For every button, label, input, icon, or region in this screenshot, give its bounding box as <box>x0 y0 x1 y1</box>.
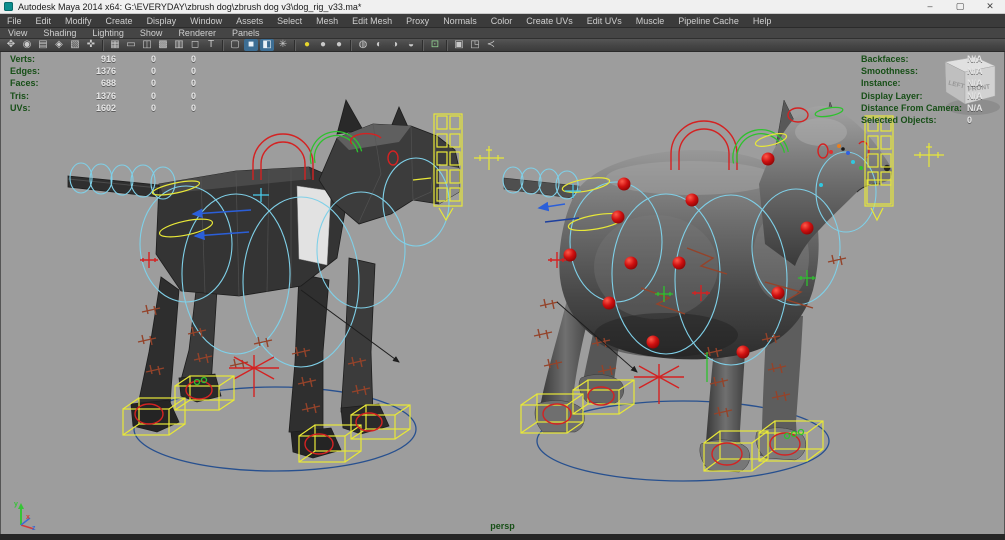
select-camera-icon[interactable]: ✥ <box>4 39 18 51</box>
panel-menu-lighting[interactable]: Lighting <box>84 28 132 38</box>
menu-modify[interactable]: Modify <box>58 16 99 26</box>
menu-create[interactable]: Create <box>99 16 140 26</box>
menu-color[interactable]: Color <box>484 16 520 26</box>
textured-icon[interactable]: ◧ <box>260 39 274 51</box>
menu-select[interactable]: Select <box>270 16 309 26</box>
menu-window[interactable]: Window <box>183 16 229 26</box>
camera-name-label: persp <box>490 521 515 531</box>
film-gate-icon[interactable]: ▭ <box>124 39 138 51</box>
flat-lighting-icon[interactable]: ● <box>332 39 346 51</box>
all-lights-icon[interactable]: ● <box>316 39 330 51</box>
xray-icon[interactable]: ▣ <box>452 39 466 51</box>
menu-normals[interactable]: Normals <box>436 16 484 26</box>
scene-canvas[interactable]: LEFT FRONT y x z <box>1 52 1005 534</box>
menu-edit[interactable]: Edit <box>29 16 59 26</box>
hud-row-faces: Faces: 688 0 0 <box>10 78 196 89</box>
hud-row-tris: Tris: 1376 0 0 <box>10 90 196 101</box>
root-control-left[interactable] <box>229 355 279 397</box>
menu-mesh[interactable]: Mesh <box>309 16 345 26</box>
menu-file[interactable]: File <box>0 16 29 26</box>
lock-camera-icon[interactable]: ◉ <box>20 39 34 51</box>
panel-menu-view[interactable]: View <box>0 28 35 38</box>
axis-label-x: x <box>26 514 30 521</box>
panel-toolbar: ✥ ◉ ▤ ◈ ▧ ✜ ▦ ▭ ◫ ▩ ▥ ◻ T ▢ ■ ◧ ✳ ● ● ● … <box>0 39 1005 52</box>
isolate-select-icon[interactable]: ⊡ <box>428 39 442 51</box>
two-d-pan-zoom-icon[interactable]: ✜ <box>84 39 98 51</box>
gate-mask-icon[interactable]: ▩ <box>156 39 170 51</box>
safe-title-icon[interactable]: T <box>204 39 218 51</box>
hud-row-instance: Instance: N/A <box>861 78 983 89</box>
toolbar-separator <box>446 39 448 51</box>
toolbar-separator <box>294 39 296 51</box>
panel-menu-shading[interactable]: Shading <box>35 28 84 38</box>
poly-count-hud: Verts: 916 0 0 Edges: 1376 0 0 Faces: 688 0 0 Tri… <box>10 53 196 114</box>
root-control-right[interactable] <box>634 364 684 404</box>
hud-row-uvs: UVs: 1602 0 0 <box>10 102 196 113</box>
toolbar-separator <box>350 39 352 51</box>
wireframe-icon[interactable]: ▢ <box>228 39 242 51</box>
use-all-lights-icon[interactable]: ✳ <box>276 39 290 51</box>
minimize-button[interactable]: – <box>915 0 945 13</box>
menu-pipeline-cache[interactable]: Pipeline Cache <box>671 16 746 26</box>
menu-create-uvs[interactable]: Create UVs <box>519 16 580 26</box>
hud-row-edges: Edges: 1376 0 0 <box>10 66 196 77</box>
safe-action-icon[interactable]: ◻ <box>188 39 202 51</box>
main-menubar: File Edit Modify Create Display Window A… <box>0 14 1005 28</box>
hud-row-distance-from-camera: Distance From Camera: N/A <box>861 102 983 113</box>
ambient-occlusion-icon[interactable]: ◐ <box>372 39 386 51</box>
window-bottom-edge <box>0 534 1005 540</box>
close-button[interactable]: ✕ <box>975 0 1005 13</box>
toolbar-separator <box>422 39 424 51</box>
panel-menu-renderer[interactable]: Renderer <box>170 28 224 38</box>
share-icon[interactable]: ≺ <box>484 39 498 51</box>
menu-edit-mesh[interactable]: Edit Mesh <box>345 16 399 26</box>
menu-help[interactable]: Help <box>746 16 779 26</box>
bookmark-icon[interactable]: ◈ <box>52 39 66 51</box>
maximize-button[interactable]: ▢ <box>945 0 975 13</box>
menu-display[interactable]: Display <box>140 16 184 26</box>
window-title: Autodesk Maya 2014 x64: G:\EVERYDAY\zbru… <box>18 1 362 12</box>
shadows-icon[interactable]: ◍ <box>356 39 370 51</box>
smooth-shade-icon[interactable]: ■ <box>244 39 258 51</box>
default-lighting-icon[interactable]: ● <box>300 39 314 51</box>
camera-attributes-icon[interactable]: ▤ <box>36 39 50 51</box>
maya-app-icon <box>4 2 13 11</box>
object-details-hud: Backfaces: N/A Smoothness: N/A Instance: N/… <box>861 53 1005 126</box>
field-chart-icon[interactable]: ▥ <box>172 39 186 51</box>
resolution-gate-icon[interactable]: ◫ <box>140 39 154 51</box>
hud-row-smoothness: Smoothness: N/A <box>861 66 983 77</box>
perspective-viewport[interactable]: LEFT FRONT y x z Verts: 916 0 0 Edges: 1376 0… <box>0 52 1005 534</box>
window-titlebar: Autodesk Maya 2014 x64: G:\EVERYDAY\zbru… <box>0 0 1005 14</box>
hud-row-verts: Verts: 916 0 0 <box>10 54 196 64</box>
hud-row-selected-objects: Selected Objects: 0 <box>861 115 973 126</box>
hud-row-display-layer: Display Layer: N/A <box>861 90 983 101</box>
menu-edit-uvs[interactable]: Edit UVs <box>580 16 629 26</box>
menu-proxy[interactable]: Proxy <box>399 16 436 26</box>
hud-row-backfaces: Backfaces: N/A <box>861 54 983 64</box>
grid-icon[interactable]: ▦ <box>108 39 122 51</box>
panel-menu-show[interactable]: Show <box>132 28 171 38</box>
exposure-icon[interactable]: ◳ <box>468 39 482 51</box>
image-plane-icon[interactable]: ▧ <box>68 39 82 51</box>
toolbar-separator <box>102 39 104 51</box>
axis-label-y: y <box>14 501 18 508</box>
menu-assets[interactable]: Assets <box>229 16 270 26</box>
motion-blur-icon[interactable]: ◑ <box>388 39 402 51</box>
menu-muscle[interactable]: Muscle <box>629 16 672 26</box>
multisample-icon[interactable]: ◒ <box>404 39 418 51</box>
panel-menu-panels[interactable]: Panels <box>224 28 268 38</box>
panel-menubar: View Shading Lighting Show Renderer Pane… <box>0 28 1005 39</box>
toolbar-separator <box>222 39 224 51</box>
